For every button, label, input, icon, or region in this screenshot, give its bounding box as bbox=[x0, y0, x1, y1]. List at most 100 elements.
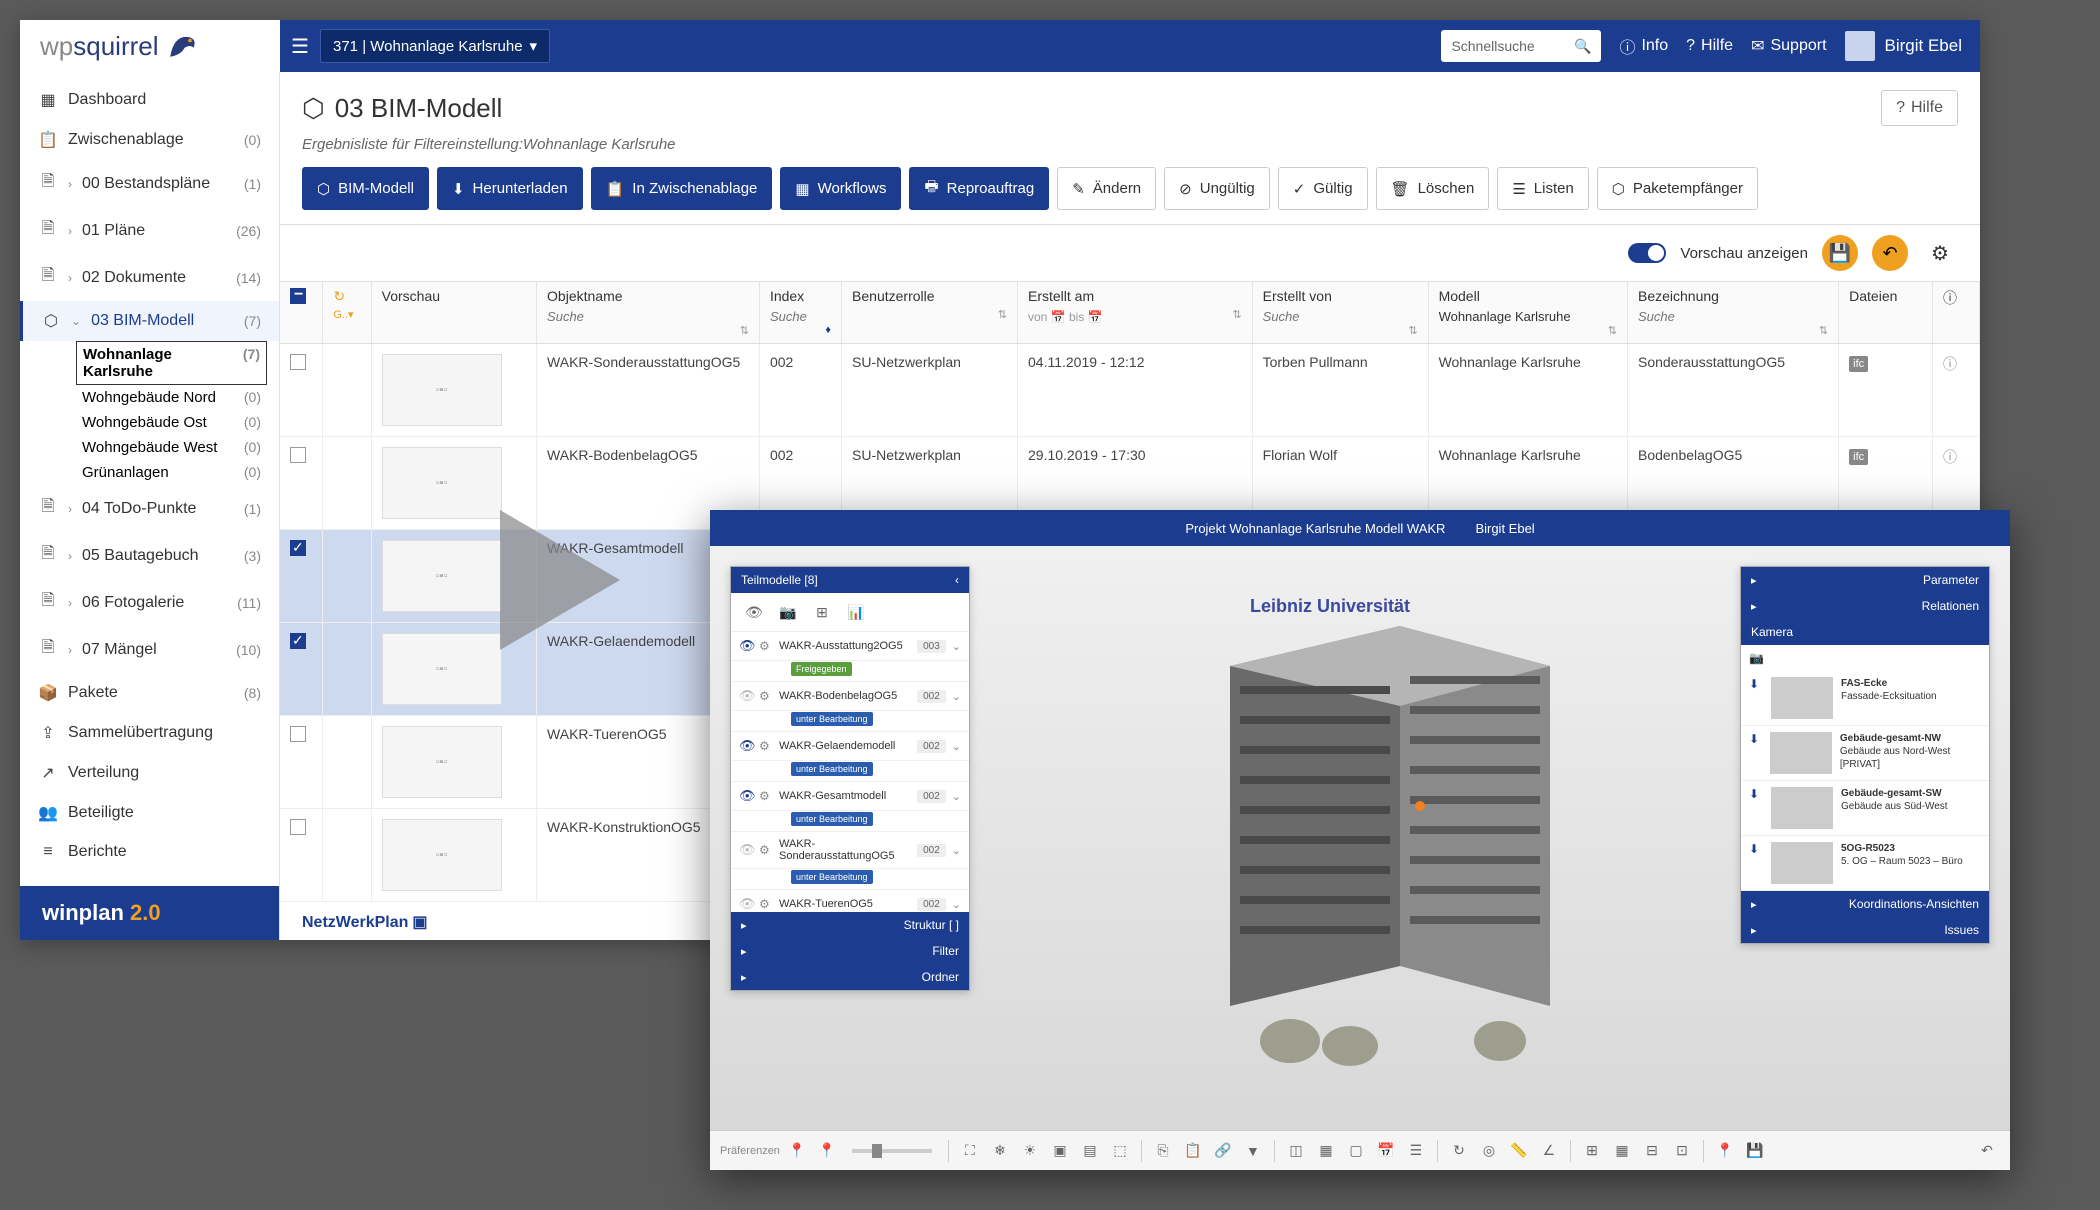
eye-icon[interactable]: 👁 bbox=[739, 788, 753, 804]
pin-icon[interactable]: 📍 bbox=[784, 1138, 810, 1164]
marker-icon[interactable]: ▼ bbox=[1240, 1138, 1266, 1164]
settings-button[interactable]: ⚙ bbox=[1922, 235, 1958, 271]
camera-icon[interactable]: 📷 bbox=[775, 599, 801, 625]
window2-icon[interactable]: ▦ bbox=[1313, 1138, 1339, 1164]
info-link[interactable]: ⓘInfo bbox=[1619, 34, 1668, 58]
teilmodell-item[interactable]: 👁⚙WAKR-BodenbelagOG5002⌄ bbox=[731, 682, 969, 711]
eye-icon[interactable]: 👁 bbox=[739, 896, 753, 912]
chevron-down-icon[interactable]: ⌄ bbox=[952, 844, 961, 857]
sidebar-item-7[interactable]: 🗎›05 Bautagebuch(3) bbox=[20, 532, 279, 579]
grid1-icon[interactable]: ⊞ bbox=[1579, 1138, 1605, 1164]
filter-objektname[interactable] bbox=[547, 309, 749, 324]
filter-erstellt-von[interactable] bbox=[1263, 309, 1418, 324]
gear-icon[interactable]: ⚙ bbox=[759, 843, 773, 857]
box-icon[interactable]: ▢ bbox=[1343, 1138, 1369, 1164]
link-icon[interactable]: 🔗 bbox=[1210, 1138, 1236, 1164]
snow-icon[interactable]: ❄ bbox=[987, 1138, 1013, 1164]
sun-icon[interactable]: ☀ bbox=[1017, 1138, 1043, 1164]
grid3-icon[interactable]: ⊟ bbox=[1639, 1138, 1665, 1164]
filter-index[interactable] bbox=[770, 309, 831, 324]
lists-button[interactable]: ☰Listen bbox=[1497, 167, 1588, 210]
table-row[interactable]: ▫▪▫WAKR-SonderausstattungOG5002SU-Netzwe… bbox=[280, 344, 1980, 437]
clipboard-button[interactable]: 📋In Zwischenablage bbox=[591, 167, 773, 210]
gear-icon[interactable]: ⚙ bbox=[759, 739, 773, 753]
edit-button[interactable]: ✎Ändern bbox=[1057, 167, 1156, 210]
row-checkbox[interactable] bbox=[290, 633, 306, 649]
gear-icon[interactable]: ⚙ bbox=[759, 789, 773, 803]
chevron-down-icon[interactable]: ⌄ bbox=[952, 690, 961, 703]
sidebar-item-12[interactable]: ↗Verteilung bbox=[20, 753, 279, 793]
gear-icon[interactable]: ⚙ bbox=[759, 689, 773, 703]
paste-icon[interactable]: 📋 bbox=[1180, 1138, 1206, 1164]
sidebar-item-14[interactable]: ≡Berichte bbox=[20, 833, 279, 871]
bim-model-button[interactable]: ⬡BIM-Modell bbox=[302, 167, 429, 210]
eye-icon[interactable]: 👁 bbox=[741, 599, 767, 625]
user-menu[interactable]: Birgit Ebel bbox=[1845, 31, 1962, 61]
fit-icon[interactable]: ⛶ bbox=[957, 1138, 983, 1164]
crop-icon[interactable]: ▣ bbox=[1047, 1138, 1073, 1164]
valid-button[interactable]: ✓Gültig bbox=[1278, 167, 1368, 210]
measure-icon[interactable]: 📏 bbox=[1506, 1138, 1532, 1164]
help-link[interactable]: ?Hilfe bbox=[1686, 37, 1733, 55]
eye-icon[interactable]: 👁 bbox=[739, 688, 753, 704]
teilmodell-item[interactable]: 👁⚙WAKR-SonderausstattungOG5002⌄ bbox=[731, 832, 969, 869]
download-icon[interactable]: ⬇ bbox=[1749, 842, 1763, 856]
row-checkbox[interactable] bbox=[290, 447, 306, 463]
download-button[interactable]: ⬇Herunterladen bbox=[437, 167, 583, 210]
select-all-checkbox[interactable] bbox=[290, 288, 306, 304]
eye-icon[interactable]: 👁 bbox=[739, 638, 753, 654]
sidebar-item-6[interactable]: 🗎›04 ToDo-Punkte(1) bbox=[20, 485, 279, 532]
sidebar-sub-0[interactable]: Wohnanlage Karlsruhe(7) bbox=[76, 341, 267, 385]
filter-bezeichnung[interactable] bbox=[1638, 309, 1828, 324]
undo-button[interactable]: ↶ bbox=[1872, 235, 1908, 271]
sidebar-item-10[interactable]: 📦Pakete(8) bbox=[20, 673, 279, 713]
sidebar-item-9[interactable]: 🗎›07 Mängel(10) bbox=[20, 626, 279, 673]
delete-button[interactable]: 🗑Löschen bbox=[1376, 167, 1490, 210]
filter-modell[interactable] bbox=[1439, 309, 1617, 324]
relationen-header[interactable]: ▸ Relationen bbox=[1741, 593, 1989, 619]
teilmodelle-header[interactable]: Teilmodelle [8] ‹ bbox=[731, 567, 969, 593]
repro-button[interactable]: 🖶Reproauftrag bbox=[909, 167, 1049, 210]
pin2-icon[interactable]: 📍 bbox=[814, 1138, 840, 1164]
sidebar-sub-3[interactable]: Wohngebäude West(0) bbox=[20, 435, 279, 460]
chevron-down-icon[interactable]: ⌄ bbox=[952, 640, 961, 653]
info-icon[interactable]: ⓘ bbox=[1943, 356, 1957, 372]
window-icon[interactable]: ◫ bbox=[1283, 1138, 1309, 1164]
project-select[interactable]: 371 | Wohnanlage Karlsruhe ▾ bbox=[320, 29, 550, 63]
download-icon[interactable]: ⬇ bbox=[1749, 677, 1763, 691]
chevron-down-icon[interactable]: ⌄ bbox=[952, 790, 961, 803]
chevron-down-icon[interactable]: ⌄ bbox=[952, 898, 961, 911]
struktur-header[interactable]: ▸ Struktur [ ] bbox=[731, 912, 969, 938]
save-view-button[interactable]: 💾 bbox=[1822, 235, 1858, 271]
chart-icon[interactable]: 📊 bbox=[843, 599, 869, 625]
download-icon[interactable]: ⬇ bbox=[1749, 787, 1763, 801]
kamera-header[interactable]: Kamera bbox=[1741, 619, 1989, 645]
list2-icon[interactable]: ☰ bbox=[1403, 1138, 1429, 1164]
gear-icon[interactable]: ⚙ bbox=[759, 639, 773, 653]
recipients-button[interactable]: ⬡Paketempfänger bbox=[1597, 167, 1758, 210]
calendar-icon[interactable]: 📅 bbox=[1373, 1138, 1399, 1164]
target-icon[interactable]: ◎ bbox=[1476, 1138, 1502, 1164]
row-checkbox[interactable] bbox=[290, 726, 306, 742]
sidebar-item-13[interactable]: 👥Beteiligte bbox=[20, 793, 279, 833]
support-link[interactable]: ✉Support bbox=[1751, 36, 1826, 56]
teilmodell-item[interactable]: 👁⚙WAKR-TuerenOG5002⌄ bbox=[731, 890, 969, 912]
sidebar-item-11[interactable]: ⇪Sammelübertragung bbox=[20, 713, 279, 753]
workflows-button[interactable]: ▦Workflows bbox=[780, 167, 901, 210]
eye-icon[interactable]: 👁 bbox=[739, 842, 753, 858]
sidebar-sub-1[interactable]: Wohngebäude Nord(0) bbox=[20, 385, 279, 410]
refresh-icon[interactable]: ↻ bbox=[1446, 1138, 1472, 1164]
sidebar-item-5[interactable]: ⬡⌄03 BIM-Modell(7) bbox=[20, 301, 279, 341]
sidebar-item-0[interactable]: ▦Dashboard bbox=[20, 80, 279, 120]
grid2-icon[interactable]: ▦ bbox=[1609, 1138, 1635, 1164]
preview-toggle[interactable] bbox=[1628, 243, 1666, 263]
copy-icon[interactable]: ⎘ bbox=[1150, 1138, 1176, 1164]
sidebar-item-4[interactable]: 🗎›02 Dokumente(14) bbox=[20, 254, 279, 301]
viewer-3d-canvas[interactable]: Leibniz Universität Teilmodelle [8] ‹ 👁 … bbox=[710, 546, 2010, 1130]
ordner-header[interactable]: ▸ Ordner bbox=[731, 964, 969, 990]
loc-icon[interactable]: 📍 bbox=[1712, 1138, 1738, 1164]
save2-icon[interactable]: 💾 bbox=[1742, 1138, 1768, 1164]
camera-item[interactable]: ⬇Gebäude-gesamt-NWGebäude aus Nord-West … bbox=[1741, 726, 1989, 781]
teilmodell-item[interactable]: 👁⚙WAKR-Gelaendemodell002⌄ bbox=[731, 732, 969, 761]
menu-toggle-icon[interactable]: ☰ bbox=[280, 34, 320, 59]
